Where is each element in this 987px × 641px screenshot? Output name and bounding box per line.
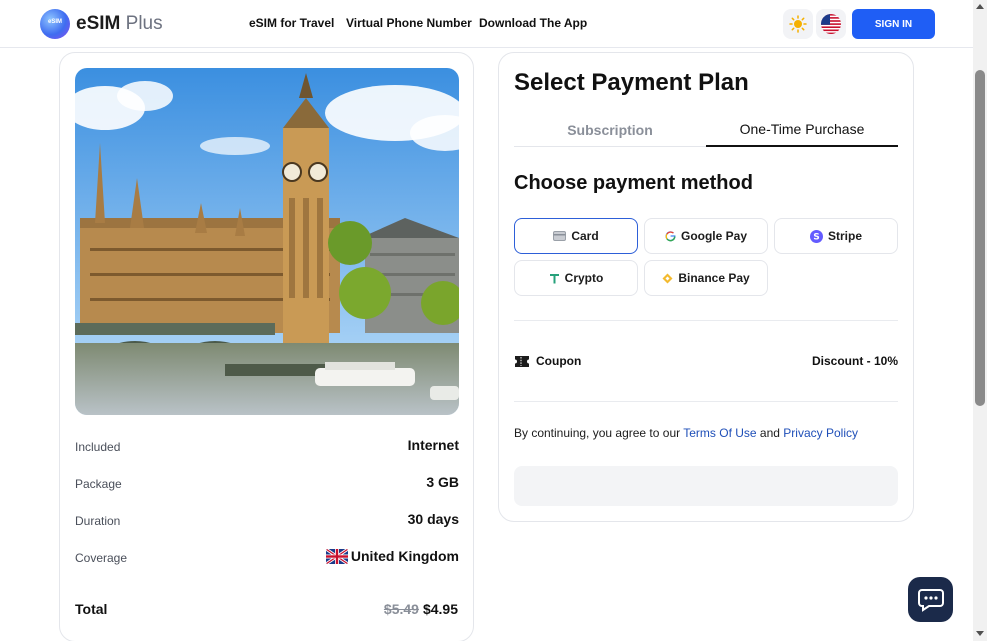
us-flag-icon [821, 14, 841, 34]
card-icon [553, 231, 567, 241]
payment-method-binance-pay[interactable]: Binance Pay [644, 260, 768, 296]
tether-icon [549, 273, 560, 284]
coverage-country: United Kingdom [350, 548, 459, 564]
payment-method-label: Stripe [827, 229, 862, 243]
scroll-up-arrow-icon[interactable] [976, 4, 984, 9]
payment-form-placeholder[interactable] [514, 466, 898, 506]
old-price: $5.49 [383, 601, 419, 617]
discount-label: Discount - 10% [811, 354, 898, 368]
logo[interactable]: eSIM eSIM Plus [40, 9, 163, 39]
product-card: Included Internet Package 3 GB Duration … [59, 52, 474, 641]
stripe-icon: S [809, 229, 823, 243]
payment-plan-title: Select Payment Plan [514, 69, 749, 96]
detail-label: Included [75, 440, 121, 454]
nav-esim-for-travel[interactable]: eSIM for Travel [249, 16, 334, 30]
nav-virtual-phone-number[interactable]: Virtual Phone Number [346, 16, 472, 30]
total-price: $5.49 $4.95 [384, 601, 458, 617]
privacy-policy-link[interactable]: Privacy Policy [783, 426, 858, 440]
payment-method-stripe[interactable]: S Stripe [774, 218, 898, 254]
tab-subscription[interactable]: Subscription [514, 113, 706, 147]
coupon-label: Coupon [536, 354, 582, 368]
coverage-value: United Kingdom [325, 548, 459, 564]
current-price: $4.95 [422, 601, 458, 617]
payment-method-title: Choose payment method [514, 172, 753, 194]
google-icon [665, 230, 676, 242]
terms-notice: By continuing, you agree to our Terms Of… [514, 426, 858, 440]
divider [514, 401, 898, 402]
detail-value: 30 days [407, 511, 459, 527]
detail-value: 3 GB [426, 474, 459, 490]
sun-icon [789, 15, 807, 33]
terms-prefix: By continuing, you agree to our [514, 426, 681, 440]
theme-toggle-button[interactable] [783, 9, 813, 39]
chat-icon [917, 588, 944, 612]
detail-row-package: Package 3 GB [75, 474, 459, 494]
sign-in-button[interactable]: SIGN IN [852, 9, 935, 39]
payment-method-label: Crypto [564, 271, 604, 285]
language-button[interactable] [816, 9, 846, 39]
payment-method-label: Binance Pay [678, 271, 750, 285]
terms-of-use-link[interactable]: Terms Of Use [683, 426, 756, 440]
london-big-ben-photo [75, 68, 459, 415]
payment-method-google-pay[interactable]: Google Pay [644, 218, 768, 254]
detail-value: Internet [407, 437, 459, 453]
detail-row-duration: Duration 30 days [75, 511, 459, 531]
scroll-thumb[interactable] [975, 70, 985, 406]
payment-method-label: Card [571, 229, 599, 243]
chat-support-button[interactable] [908, 577, 953, 622]
svg-text:S: S [813, 232, 819, 242]
coupon-button[interactable]: Coupon [514, 354, 581, 368]
detail-row-coverage: Coverage United Kingdom [75, 548, 459, 568]
tab-one-time-purchase[interactable]: One-Time Purchase [706, 113, 898, 147]
logo-text: eSIM Plus [76, 13, 163, 34]
detail-label: Package [75, 477, 122, 491]
uk-flag-icon [325, 548, 348, 564]
detail-label: Coverage [75, 551, 128, 565]
terms-and: and [759, 426, 780, 440]
payment-method-crypto[interactable]: Crypto [514, 260, 638, 296]
page-scrollbar[interactable] [973, 0, 987, 641]
top-header: eSIM eSIM Plus eSIM for Travel Virtual P… [0, 0, 973, 48]
detail-label: Duration [75, 514, 121, 528]
payment-method-label: Google Pay [680, 229, 748, 243]
divider [514, 320, 898, 321]
ticket-icon [515, 355, 529, 367]
total-label: Total [75, 601, 108, 617]
nav-download-app[interactable]: Download The App [479, 16, 587, 30]
binance-icon [662, 273, 673, 284]
payment-method-card[interactable]: Card [514, 218, 638, 254]
detail-row-included: Included Internet [75, 437, 459, 457]
scroll-down-arrow-icon[interactable] [976, 631, 984, 636]
payment-card: Select Payment Plan Subscription One-Tim… [498, 52, 914, 522]
logo-icon: eSIM [40, 9, 70, 39]
